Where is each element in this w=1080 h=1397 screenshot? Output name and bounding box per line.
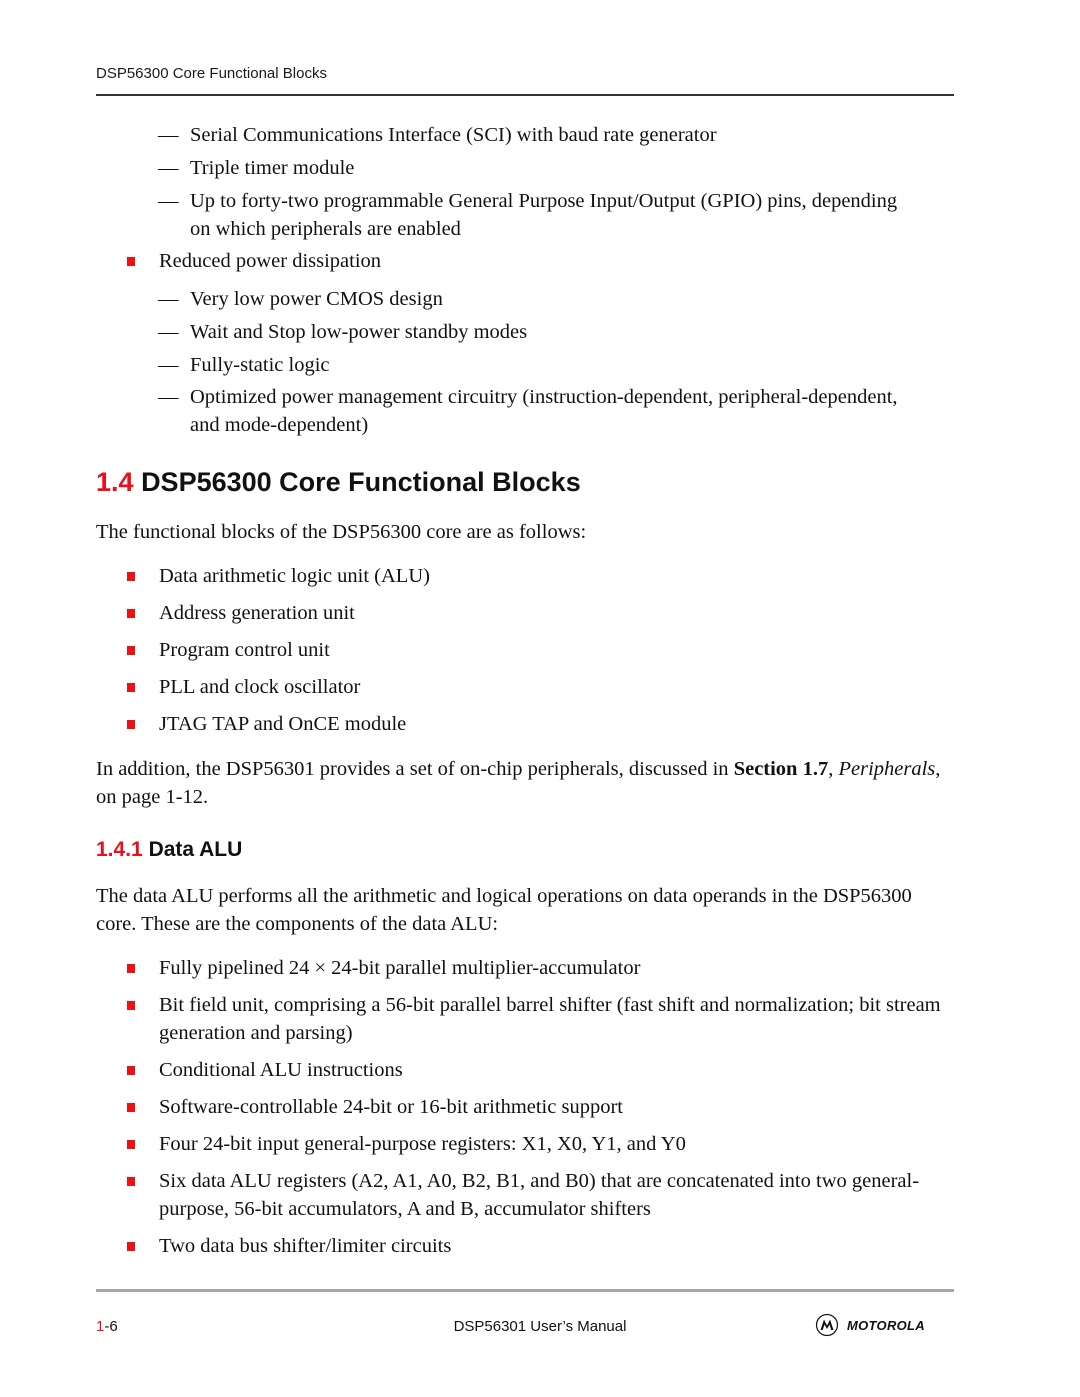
list-item: Wait and Stop low-power standby modes (190, 321, 528, 343)
list-item: Fully-static logic (190, 354, 330, 376)
subsection-heading: 1.4.1 Data ALU (96, 838, 242, 862)
bullet-square-icon (127, 1103, 135, 1112)
bullet-square-icon (127, 257, 135, 266)
footer-divider (96, 1289, 954, 1292)
running-header: DSP56300 Core Functional Blocks (96, 65, 327, 82)
bullet-square-icon (127, 1001, 135, 1010)
section-heading: 1.4 DSP56300 Core Functional Blocks (96, 467, 581, 498)
dash-icon: — (158, 157, 179, 179)
dash-icon: — (158, 288, 179, 310)
dash-icon: — (158, 124, 179, 146)
list-item: Address generation unit (159, 602, 355, 624)
list-item: Triple timer module (190, 157, 355, 179)
motorola-batwing-icon (815, 1313, 839, 1337)
section-link[interactable]: Section 1.7 (734, 758, 829, 780)
addition-text: In addition, the DSP56301 provides a set… (96, 758, 734, 780)
subsection-title: Data ALU (148, 838, 243, 861)
bullet-square-icon (127, 646, 135, 655)
list-item: Six data ALU registers (A2, A1, A0, B2, … (159, 1170, 920, 1220)
dash-icon: — (158, 190, 179, 212)
list-item: Data arithmetic logic unit (ALU) (159, 565, 430, 587)
bullet-square-icon (127, 720, 135, 729)
list-item: Very low power CMOS design (190, 288, 443, 310)
section-intro: The functional blocks of the DSP56300 co… (96, 521, 587, 543)
motorola-wordmark: MOTOROLA (847, 1317, 925, 1333)
subsection-intro: The data ALU performs all the arithmetic… (96, 885, 912, 935)
dash-icon: — (158, 386, 179, 408)
dash-icon: — (158, 321, 179, 343)
list-item: Serial Communications Interface (SCI) wi… (190, 124, 717, 146)
bullet-square-icon (127, 1066, 135, 1075)
section-number: 1.4 (96, 467, 134, 497)
bullet-square-icon (127, 683, 135, 692)
addition-paragraph: In addition, the DSP56301 provides a set… (96, 755, 956, 811)
list-item: JTAG TAP and OnCE module (159, 713, 407, 735)
bullet-square-icon (127, 1242, 135, 1251)
bullet-square-icon (127, 964, 135, 973)
list-item: Reduced power dissipation (159, 250, 382, 272)
peripherals-link[interactable]: Peripherals (838, 758, 935, 780)
list-item: Program control unit (159, 639, 330, 661)
list-item: Bit field unit, comprising a 56-bit para… (159, 994, 941, 1044)
section-title: DSP56300 Core Functional Blocks (141, 467, 581, 497)
header-divider (96, 94, 954, 96)
list-item: Fully pipelined 24 × 24-bit parallel mul… (159, 957, 641, 979)
bullet-square-icon (127, 1177, 135, 1186)
list-item: Conditional ALU instructions (159, 1059, 403, 1081)
dash-icon: — (158, 354, 179, 376)
motorola-logo: MOTOROLA (815, 1313, 925, 1337)
list-item: PLL and clock oscillator (159, 676, 361, 698)
bullet-square-icon (127, 572, 135, 581)
subsection-number: 1.4.1 (96, 838, 143, 861)
comma: , (828, 758, 834, 780)
list-item: Two data bus shifter/limiter circuits (159, 1235, 452, 1257)
list-item: Up to forty-two programmable General Pur… (190, 190, 898, 240)
list-item: Optimized power management circuitry (in… (190, 386, 898, 436)
list-item: Four 24-bit input general-purpose regist… (159, 1133, 686, 1155)
bullet-square-icon (127, 609, 135, 618)
bullet-square-icon (127, 1140, 135, 1149)
list-item: Software-controllable 24-bit or 16-bit a… (159, 1096, 623, 1118)
